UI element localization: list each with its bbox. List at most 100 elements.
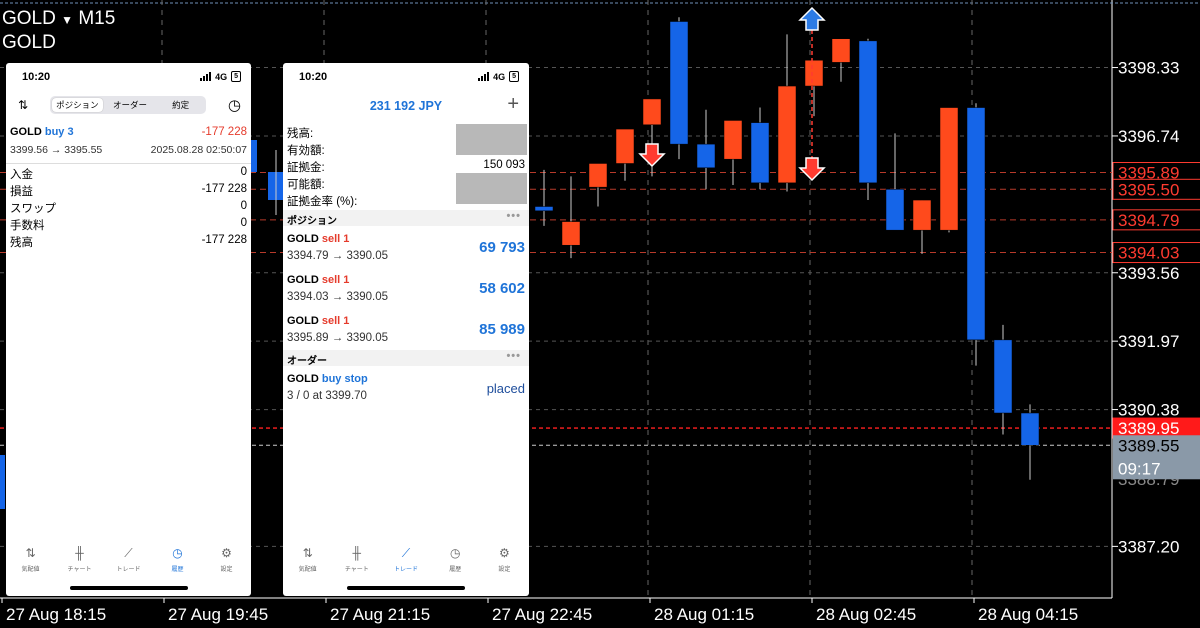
position-item[interactable]: GOLD sell 1 3395.89 → 3390.05 85 989 bbox=[283, 312, 529, 352]
candle-body bbox=[831, 38, 851, 63]
trend-icon: ⟋ bbox=[401, 546, 411, 560]
position-item[interactable]: GOLD sell 1 3394.79 → 3390.05 69 793 bbox=[283, 230, 529, 270]
home-indicator bbox=[69, 586, 188, 590]
candle-body bbox=[534, 206, 554, 212]
gear-icon: ⚙ bbox=[499, 546, 510, 560]
candle-body bbox=[804, 59, 824, 87]
candle-body bbox=[993, 339, 1013, 414]
status-bar: 10:20 4G 5 bbox=[283, 71, 529, 87]
chart-timeframe[interactable]: M15 bbox=[78, 8, 115, 29]
nav-settings[interactable]: ⚙ 設定 bbox=[202, 536, 251, 596]
tab-orders[interactable]: オーダー bbox=[105, 96, 156, 114]
clock-icon[interactable]: ◷ bbox=[228, 96, 241, 114]
nav-quotes[interactable]: ⇅ 気配値 bbox=[283, 536, 332, 596]
candle-body bbox=[561, 221, 581, 246]
candle-body bbox=[858, 40, 878, 184]
sell-arrow-icon bbox=[638, 143, 666, 168]
countdown-label: 09:17 bbox=[1118, 459, 1161, 478]
candle-body bbox=[723, 120, 743, 160]
price-tick-label: 3387.20 bbox=[1118, 537, 1179, 556]
positions-section-header: ポジション ••• bbox=[283, 210, 529, 227]
candle-body bbox=[750, 122, 770, 184]
position-level-label: 3394.79 bbox=[1118, 211, 1179, 230]
position-level-label: 3395.50 bbox=[1118, 180, 1179, 199]
trade-screen: 10:20 4G 5 231 192 JPY + 残高: 有効額: 証拠金: 15… bbox=[283, 63, 529, 596]
candle-body bbox=[251, 140, 257, 172]
bid-price-label: 3389.95 bbox=[1118, 419, 1179, 438]
price-tick-label: 3393.56 bbox=[1118, 264, 1179, 283]
battery-icon: 5 bbox=[231, 71, 241, 82]
account-balance-title: 231 192 JPY bbox=[369, 99, 443, 113]
time-label: 28 Aug 02:45 bbox=[816, 605, 916, 624]
more-icon[interactable]: ••• bbox=[506, 350, 521, 362]
candle-body bbox=[0, 455, 5, 509]
margin-value: 150 093 bbox=[483, 159, 525, 171]
signal-icon bbox=[478, 72, 490, 81]
candle-body bbox=[642, 98, 662, 126]
nav-quotes[interactable]: ⇅ 気配値 bbox=[6, 536, 55, 596]
tab-positions[interactable]: ポジション bbox=[52, 98, 103, 112]
redacted-block bbox=[456, 173, 527, 204]
position-item[interactable]: GOLD sell 1 3394.03 → 3390.05 58 602 bbox=[283, 271, 529, 311]
dropdown-icon[interactable]: ▼ bbox=[61, 13, 73, 27]
redacted-block bbox=[456, 124, 527, 155]
time-label: 27 Aug 22:45 bbox=[492, 605, 592, 624]
sort-icon[interactable]: ⇅ bbox=[18, 98, 28, 112]
ask-price-label: 3389.55 bbox=[1118, 436, 1179, 455]
time-label: 28 Aug 04:15 bbox=[978, 605, 1078, 624]
candle-body bbox=[939, 107, 959, 231]
network-label: 4G bbox=[493, 71, 506, 82]
candle-body bbox=[777, 85, 797, 184]
add-order-button[interactable]: + bbox=[507, 93, 519, 116]
history-icon: ◷ bbox=[449, 546, 461, 560]
quotes-icon: ⇅ bbox=[302, 546, 313, 560]
status-time: 10:20 bbox=[22, 71, 51, 83]
history-segmented-control[interactable]: ポジション オーダー 約定 bbox=[50, 96, 206, 114]
history-position-item[interactable]: GOLD buy 3 -177 228 3399.56 → 3395.55 20… bbox=[6, 123, 251, 164]
gear-icon: ⚙ bbox=[221, 546, 232, 560]
candles-icon: ╫ bbox=[352, 546, 362, 560]
candle-body bbox=[615, 128, 635, 164]
more-icon[interactable]: ••• bbox=[506, 210, 521, 222]
candle-body bbox=[669, 21, 689, 145]
chart-symbol-title[interactable]: GOLD ▼ M15 bbox=[2, 8, 115, 30]
signal-icon bbox=[200, 72, 212, 81]
candle-body bbox=[912, 199, 932, 231]
tab-deals[interactable]: 約定 bbox=[155, 96, 206, 114]
time-label: 28 Aug 01:15 bbox=[654, 605, 754, 624]
position-level-label: 3394.03 bbox=[1118, 244, 1179, 263]
position-side: buy 3 bbox=[44, 126, 74, 138]
chart-symbol: GOLD bbox=[2, 8, 56, 29]
status-time: 10:20 bbox=[299, 71, 328, 83]
price-tick-label: 3390.38 bbox=[1118, 401, 1179, 420]
history-icon: ◷ bbox=[172, 546, 183, 560]
candle-body bbox=[588, 163, 608, 188]
time-label: 27 Aug 18:15 bbox=[6, 605, 106, 624]
position-profit: 58 602 bbox=[479, 280, 525, 297]
battery-icon: 5 bbox=[509, 71, 519, 82]
candle-body bbox=[1020, 412, 1040, 446]
time-label: 27 Aug 19:45 bbox=[168, 605, 268, 624]
time-label: 27 Aug 21:15 bbox=[330, 605, 430, 624]
orders-section-header: オーダー ••• bbox=[283, 350, 529, 367]
position-date: 2025.08.28 02:50:07 bbox=[150, 144, 247, 156]
position-profit: 69 793 bbox=[479, 239, 525, 256]
price-tick-label: 3398.33 bbox=[1118, 59, 1179, 78]
candle-body bbox=[885, 189, 905, 231]
position-symbol: GOLD bbox=[10, 126, 42, 138]
candle-body bbox=[966, 107, 986, 341]
history-screen: 10:20 4G 5 ⇅ ポジション オーダー 約定 ◷ GOLD buy 3 … bbox=[6, 63, 251, 596]
candles-icon: ╫ bbox=[75, 546, 84, 560]
status-bar: 10:20 4G 5 bbox=[6, 71, 251, 87]
order-status: placed bbox=[486, 381, 525, 396]
position-profit: 85 989 bbox=[479, 321, 525, 338]
home-indicator bbox=[347, 586, 465, 590]
price-tick-label: 3396.74 bbox=[1118, 127, 1179, 146]
nav-settings[interactable]: ⚙ 設定 bbox=[480, 536, 529, 596]
buy-arrow-icon bbox=[798, 6, 826, 31]
network-label: 4G bbox=[215, 71, 228, 82]
chart-subtitle: GOLD bbox=[2, 32, 56, 53]
order-item[interactable]: GOLD buy stop 3 / 0 at 3399.70 placed bbox=[283, 369, 529, 409]
candle-body bbox=[696, 143, 716, 169]
trend-icon: ⟋ bbox=[124, 546, 133, 560]
